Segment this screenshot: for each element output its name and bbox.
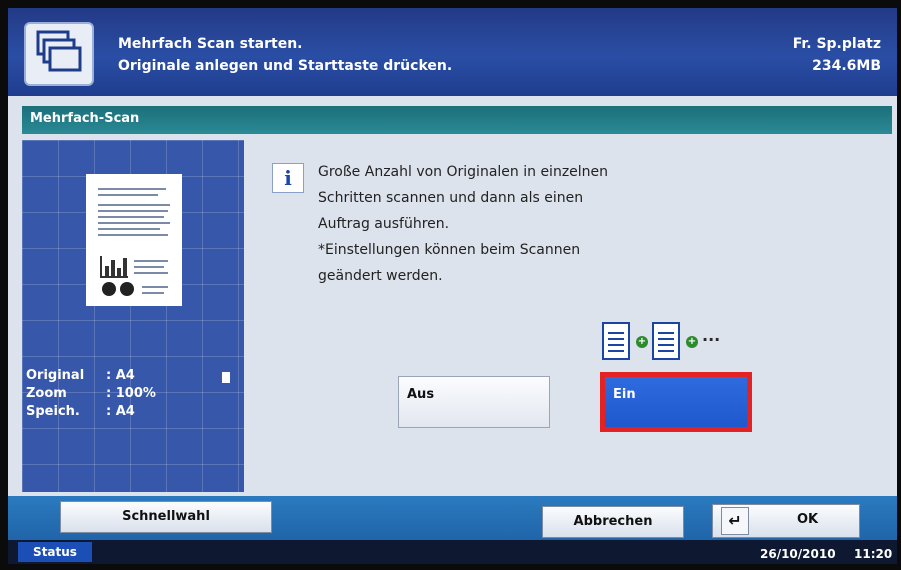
header-message-line2: Originale anlegen und Starttaste drücken… xyxy=(118,58,453,74)
ok-label: OK xyxy=(797,512,819,527)
preview-storage-row: Speich. : A4 xyxy=(26,404,135,419)
info-text-line: Auftrag ausführen. xyxy=(318,216,450,232)
off-button[interactable]: Aus xyxy=(398,376,550,428)
time: 11:20 xyxy=(854,547,893,561)
document-preview xyxy=(86,174,182,306)
quick-select-button[interactable]: Schnellwahl xyxy=(60,501,272,533)
preview-key: Zoom xyxy=(26,386,67,401)
header-message-line1: Mehrfach Scan starten. xyxy=(118,36,303,52)
info-text-line: *Einstellungen können beim Scannen xyxy=(318,242,581,258)
preview-panel: Original : A4 Zoom : 100% Speich. : A4 xyxy=(22,140,244,492)
preview-value: : 100% xyxy=(106,386,156,401)
info-text-line: Schritten scannen und dann als einen xyxy=(318,190,584,206)
screen: Mehrfach Scan starten. Originale anlegen… xyxy=(8,8,897,564)
ok-button[interactable]: ↵ OK xyxy=(712,504,860,538)
page-icon xyxy=(222,372,230,383)
preview-key: Speich. xyxy=(26,404,80,419)
on-button[interactable]: Ein xyxy=(605,377,747,427)
info-icon: i xyxy=(272,163,304,193)
status-button[interactable]: Status xyxy=(18,542,92,562)
enter-arrow-icon: ↵ xyxy=(721,507,749,535)
storage-label: Fr. Sp.platz xyxy=(792,36,881,52)
cancel-button[interactable]: Abbrechen xyxy=(542,506,684,538)
storage-value: 234.6MB xyxy=(812,58,881,74)
section-bar: Mehrfach-Scan xyxy=(22,106,892,134)
preview-original-row: Original : A4 xyxy=(26,368,135,383)
multi-document-icon xyxy=(24,22,94,86)
header-bar: Mehrfach Scan starten. Originale anlegen… xyxy=(8,8,897,96)
multi-scan-pages-icon: + + ··· xyxy=(602,318,762,368)
preview-key: Original xyxy=(26,368,85,383)
section-title: Mehrfach-Scan xyxy=(30,111,140,126)
date: 26/10/2010 xyxy=(760,547,836,561)
preview-zoom-row: Zoom : 100% xyxy=(26,386,156,401)
info-text-line: Große Anzahl von Originalen in einzelnen xyxy=(318,164,609,180)
preview-value: : A4 xyxy=(106,368,135,383)
info-text-line: geändert werden. xyxy=(318,268,443,284)
preview-value: : A4 xyxy=(106,404,135,419)
